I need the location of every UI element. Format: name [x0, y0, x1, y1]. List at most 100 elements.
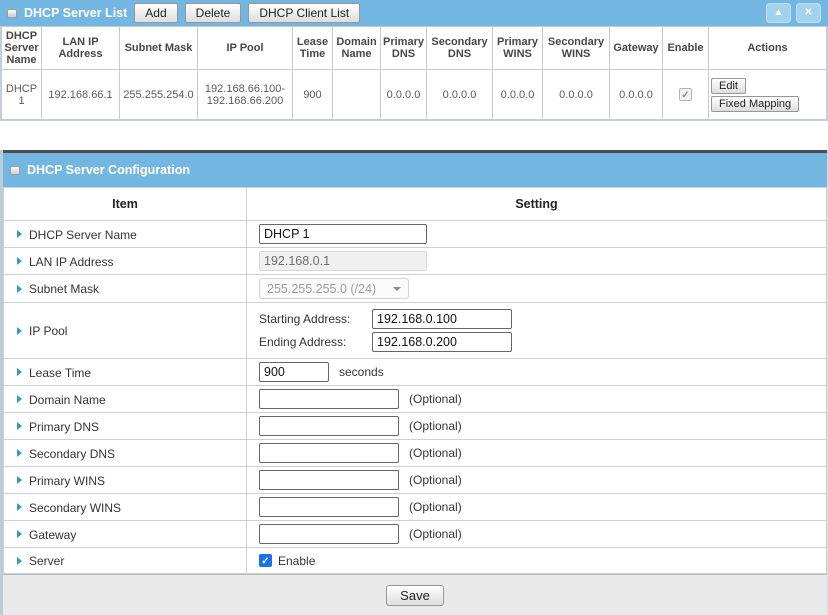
gateway-input[interactable]	[259, 524, 399, 544]
optional-note: (Optional)	[409, 473, 462, 487]
row-primary-dns: Primary DNS (Optional)	[4, 413, 827, 440]
dhcp-server-table: DHCP Server Name LAN IP Address Subnet M…	[1, 26, 827, 120]
ending-address-input[interactable]	[372, 332, 512, 352]
subnet-mask-selected-value: 255.255.255.0 (/24)	[267, 282, 376, 296]
dhcp-server-configuration-panel: DHCP Server Configuration Item Setting D…	[0, 150, 828, 615]
starting-address-input[interactable]	[372, 309, 512, 329]
bullet-icon	[17, 285, 22, 293]
bullet-icon	[17, 530, 22, 538]
primary-wins-input[interactable]	[259, 470, 399, 490]
column-header: IP Pool	[198, 27, 293, 70]
row-gateway: Gateway (Optional)	[4, 521, 827, 548]
bullet-icon	[17, 503, 22, 511]
item-label: DHCP Server Name	[29, 227, 137, 241]
column-header: Secondary DNS	[427, 27, 493, 70]
row-lease-time: Lease Time seconds	[4, 359, 827, 386]
server-enable-label: Enable	[278, 554, 315, 568]
dhcp-server-list-header: DHCP Server List Add Delete DHCP Client …	[0, 0, 828, 26]
dhcp-client-list-button[interactable]: DHCP Client List	[248, 3, 360, 23]
lan-ip-address-input	[259, 251, 427, 271]
item-label: IP Pool	[29, 324, 67, 338]
item-label: Subnet Mask	[29, 282, 99, 296]
secondary-dns-input[interactable]	[259, 443, 399, 463]
item-label: Primary WINS	[29, 473, 105, 487]
row-secondary-wins: Secondary WINS (Optional)	[4, 494, 827, 521]
item-label: Lease Time	[29, 365, 91, 379]
cell-primary-dns: 0.0.0.0	[381, 70, 427, 120]
starting-address-label: Starting Address:	[259, 312, 372, 326]
bullet-icon	[17, 257, 22, 265]
item-label: Secondary WINS	[29, 500, 121, 514]
lease-time-input[interactable]	[259, 362, 329, 382]
chevron-down-icon	[393, 287, 401, 291]
optional-note: (Optional)	[409, 500, 462, 514]
cell-ip-pool: 192.168.66.100-192.168.66.200	[198, 70, 293, 120]
cell-gateway: 0.0.0.0	[610, 70, 663, 120]
cell-subnet-mask: 255.255.254.0	[120, 70, 198, 120]
config-header-row: Item Setting	[4, 188, 827, 221]
bullet-icon	[17, 230, 22, 238]
row-domain-name: Domain Name (Optional)	[4, 386, 827, 413]
secondary-wins-input[interactable]	[259, 497, 399, 517]
optional-note: (Optional)	[409, 419, 462, 433]
row-ip-pool: IP Pool Starting Address: Ending Address…	[4, 303, 827, 359]
item-label: Domain Name	[29, 392, 106, 406]
cell-actions: Edit Fixed Mapping	[709, 70, 827, 120]
save-button[interactable]: Save	[386, 585, 444, 606]
lease-time-unit: seconds	[339, 365, 384, 379]
column-header: Subnet Mask	[120, 27, 198, 70]
fixed-mapping-button[interactable]: Fixed Mapping	[711, 96, 799, 112]
dhcp-server-table-wrap: DHCP Server Name LAN IP Address Subnet M…	[0, 26, 828, 121]
bullet-icon	[17, 476, 22, 484]
row-dhcp-server-name: DHCP Server Name	[4, 221, 827, 248]
table-row: DHCP 1 192.168.66.1 255.255.254.0 192.16…	[2, 70, 827, 120]
configuration-table: Item Setting DHCP Server Name LAN IP Add…	[3, 187, 827, 574]
table-header-row: DHCP Server Name LAN IP Address Subnet M…	[2, 27, 827, 70]
column-header: DHCP Server Name	[2, 27, 42, 70]
cell-domain-name	[333, 70, 381, 120]
collapse-icon[interactable]: ▲	[766, 3, 791, 23]
primary-dns-input[interactable]	[259, 416, 399, 436]
dhcp-server-list-panel: DHCP Server List Add Delete DHCP Client …	[0, 0, 828, 121]
row-server: Server ✓ Enable	[4, 548, 827, 574]
close-icon[interactable]: ✕	[796, 3, 821, 23]
column-header: LAN IP Address	[42, 27, 120, 70]
optional-note: (Optional)	[409, 392, 462, 406]
item-label: Primary DNS	[29, 419, 99, 433]
panel-square-icon	[7, 9, 17, 18]
ending-address-label: Ending Address:	[259, 335, 372, 349]
dhcp-server-configuration-header: DHCP Server Configuration	[3, 153, 827, 187]
item-label: LAN IP Address	[29, 254, 114, 268]
cell-lan-ip-address: 192.168.66.1	[42, 70, 120, 120]
bullet-icon	[17, 422, 22, 430]
panel-title: DHCP Server Configuration	[27, 163, 190, 177]
bullet-icon	[17, 327, 22, 335]
window-controls: ▲ ✕	[766, 3, 821, 23]
column-header: Gateway	[610, 27, 663, 70]
row-secondary-dns: Secondary DNS (Optional)	[4, 440, 827, 467]
cell-primary-wins: 0.0.0.0	[493, 70, 543, 120]
subnet-mask-select: 255.255.255.0 (/24)	[259, 278, 409, 299]
cell-secondary-wins: 0.0.0.0	[543, 70, 610, 120]
cell-enable: ✓	[663, 70, 709, 120]
add-button[interactable]: Add	[134, 3, 177, 23]
enable-checkbox-disabled: ✓	[679, 88, 692, 101]
bullet-icon	[17, 368, 22, 376]
server-enable-checkbox[interactable]: ✓	[259, 554, 272, 567]
panel-title: DHCP Server List	[24, 6, 127, 20]
item-label: Secondary DNS	[29, 446, 115, 460]
panel-square-icon	[10, 166, 20, 175]
column-header: Secondary WINS	[543, 27, 610, 70]
item-label: Server	[29, 554, 64, 568]
column-header: Primary DNS	[381, 27, 427, 70]
delete-button[interactable]: Delete	[185, 3, 242, 23]
bullet-icon	[17, 557, 22, 565]
domain-name-input[interactable]	[259, 389, 399, 409]
column-header: Enable	[663, 27, 709, 70]
column-header: Domain Name	[333, 27, 381, 70]
dhcp-server-name-input[interactable]	[259, 224, 427, 244]
edit-button[interactable]: Edit	[711, 78, 746, 94]
column-header: Lease Time	[293, 27, 333, 70]
bullet-icon	[17, 449, 22, 457]
setting-column-header: Setting	[247, 188, 827, 221]
